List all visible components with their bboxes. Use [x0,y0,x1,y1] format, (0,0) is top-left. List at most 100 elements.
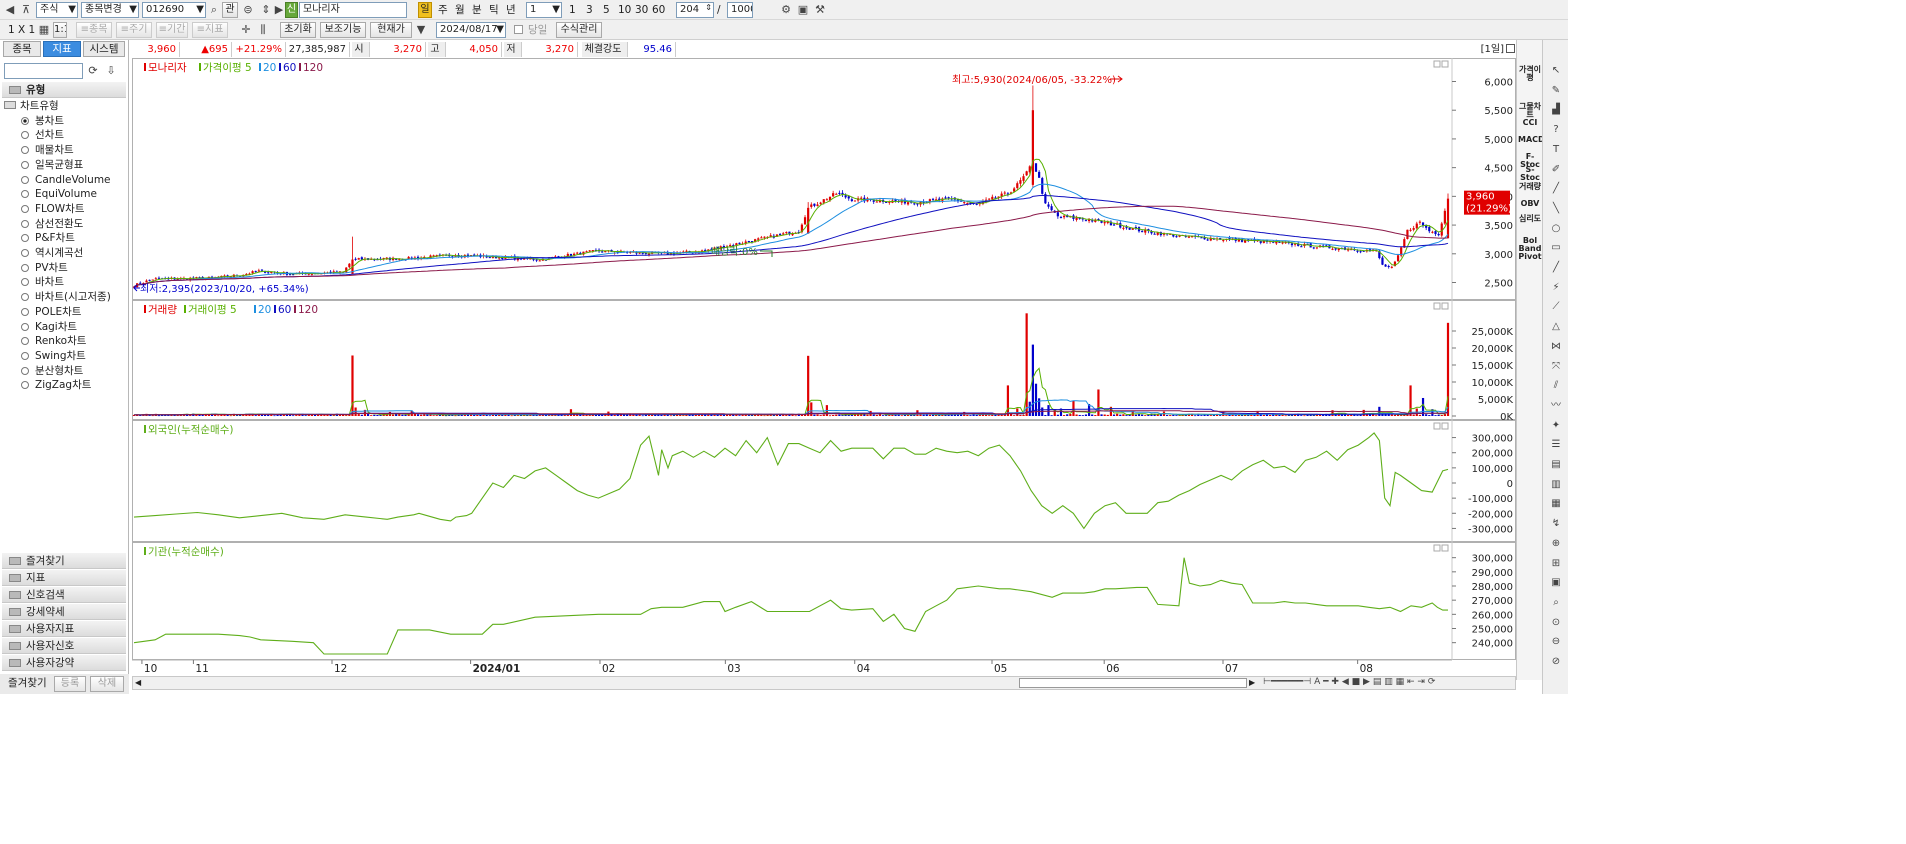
channel-icon[interactable]: ⫽ [1547,379,1565,393]
layout-label[interactable]: 1 X 1 [8,22,35,38]
grid-icon[interactable]: ▦ [1547,497,1565,511]
chart-type-item[interactable]: Swing차트 [2,349,111,364]
register-button[interactable]: 등록 [54,676,86,692]
aux-button[interactable]: 보조기능 [320,22,366,38]
pen-icon[interactable]: ✐ [1547,163,1565,177]
reset-button[interactable]: 초기화 [280,22,316,38]
zoom-in-icon[interactable]: ✚ [1331,677,1339,687]
forbid-icon[interactable]: ⊘ [1547,655,1565,669]
fibonacci-icon[interactable]: ⋈ [1547,340,1565,354]
link-range-button[interactable]: ≡기간 [156,22,188,38]
count-input[interactable]: 204 ⇕ [676,2,714,18]
chart-scrollbar[interactable]: ◀ ▶ ⊢━━━━━━⊣ A ━ ✚ ◀ ■ ▶ ▤ ▥ ▦ ⇤ ⇥ ⟳ [132,676,1516,690]
radio-button[interactable] [21,381,29,390]
stock-name-field[interactable]: 모나리자 [299,2,407,18]
step-back-icon[interactable]: ◀ [1342,677,1349,687]
arrow-icon[interactable]: ⤧ [1547,360,1565,374]
radio-button[interactable] [21,263,29,272]
chart-type-item[interactable]: P&F차트 [2,231,111,246]
layout-icon[interactable]: ▥ [1384,677,1393,687]
interval-1[interactable]: 1 [569,2,576,18]
chart-type-item[interactable]: 분산형차트 [2,364,111,379]
interval-3[interactable]: 3 [586,2,593,18]
period-badge[interactable]: [1일] [1481,42,1504,57]
period-minute[interactable]: 분 [472,2,482,18]
indicator-search-input[interactable] [4,63,83,79]
triangle-icon[interactable]: △ [1547,320,1565,334]
refresh-icon[interactable]: ⊜ [241,3,255,17]
indicator-shortcut-2[interactable]: CCI [1518,119,1542,127]
first-icon[interactable]: ⇤ [1407,677,1415,687]
chart-type-item[interactable]: 선차트 [2,128,111,143]
code-input[interactable]: 012690 ▼ [142,2,206,18]
rectangle-icon[interactable]: ▭ [1547,241,1565,255]
indicator-shortcut-8[interactable]: 심리도 [1518,215,1542,223]
date-field[interactable]: 2024/08/17 ▼ [436,22,506,38]
radio-button[interactable] [21,190,29,199]
chart-type-item[interactable]: 봉차트 [2,114,111,129]
radio-button[interactable] [21,116,29,125]
chevron-down-icon[interactable]: ▼ [414,23,428,37]
type-header[interactable]: 유형 [2,82,126,98]
ratio-button[interactable]: 1:1 [53,22,67,38]
radio-button[interactable] [21,278,29,287]
period-month[interactable]: 월 [455,2,465,18]
folder-2[interactable]: 신호검색 [2,587,126,603]
ray-icon[interactable]: ⟋ [1547,300,1565,314]
indicator-shortcut-7[interactable]: OBV [1518,200,1542,208]
scroll-left-icon[interactable]: ◀ [135,678,141,687]
stock-change-select[interactable]: 종목변경 ▼ [81,2,139,18]
chart-area[interactable]: 6,0005,5005,0004,5004,0003,5003,0002,500… [132,58,1516,676]
radio-button[interactable] [21,293,29,302]
delete-button[interactable]: 삭제 [90,676,124,692]
star-icon[interactable]: ✦ [1547,419,1565,433]
chart-type-item[interactable]: 일목균형표 [2,158,111,173]
radio-button[interactable] [21,234,29,243]
font-icon[interactable]: A [1314,677,1320,687]
add-icon[interactable]: ⊕ [1547,537,1565,551]
radio-button[interactable] [21,249,29,258]
folder-5[interactable]: 사용자신호 [2,638,126,654]
wave-icon[interactable]: 〰 [1547,399,1565,413]
play-icon[interactable]: ▶ [1363,677,1370,687]
box-icon[interactable]: ▣ [1547,576,1565,590]
updown-icon[interactable]: ⇕ [259,3,273,17]
indicator-shortcut-5[interactable]: S-Stoc [1518,166,1542,182]
folder-0[interactable]: 즐겨찾기 [2,553,126,569]
radio-button[interactable] [21,351,29,360]
radio-button[interactable] [21,160,29,169]
fill-icon[interactable]: ▟ [1547,103,1565,117]
maximize-icon[interactable] [1506,44,1515,53]
bottom-tab-favorites[interactable]: 즐겨찾기 [8,675,47,691]
save-icon[interactable]: ▣ [796,3,810,17]
radio-button[interactable] [21,307,29,316]
interval-5[interactable]: 5 [603,2,610,18]
formula-button[interactable]: 수식관리 [556,22,602,38]
search-icon[interactable]: ⌕ [207,3,221,17]
radio-button[interactable] [21,219,29,228]
gwan-button[interactable]: 관 [222,2,238,18]
columns-icon[interactable]: ▥ [1547,478,1565,492]
period-year[interactable]: 년 [506,2,516,18]
trendline-icon[interactable]: ╱ [1547,261,1565,275]
pin-icon[interactable]: ⊼ [19,3,33,17]
spin-icon[interactable]: ⇕ [705,3,712,15]
period-day-button[interactable]: 일 [418,2,432,18]
chart-type-item[interactable]: POLE차트 [2,305,111,320]
max-count-field[interactable]: 1000 [727,2,753,18]
period-week[interactable]: 주 [438,2,448,18]
chart-type-item[interactable]: CandleVolume [2,173,111,188]
tab-stock[interactable]: 종목 [3,41,41,57]
interval-10[interactable]: 10 [618,2,631,18]
radio-button[interactable] [21,337,29,346]
chart-type-item[interactable]: EquiVolume [2,187,111,202]
chart-type-item[interactable]: ZigZag차트 [2,378,111,393]
diagonal-icon[interactable]: ╲ [1547,202,1565,216]
grid-plus-icon[interactable]: ⊞ [1547,557,1565,571]
chart-type-item[interactable]: 바차트 [2,275,111,290]
link-period-button[interactable]: ≡주기 [116,22,152,38]
chart-type-item[interactable]: FLOW차트 [2,202,111,217]
chart-type-item[interactable]: 매물차트 [2,143,111,158]
indicator-shortcut-10[interactable]: Pivot [1518,253,1542,261]
link-stock-button[interactable]: ≡종목 [76,22,112,38]
